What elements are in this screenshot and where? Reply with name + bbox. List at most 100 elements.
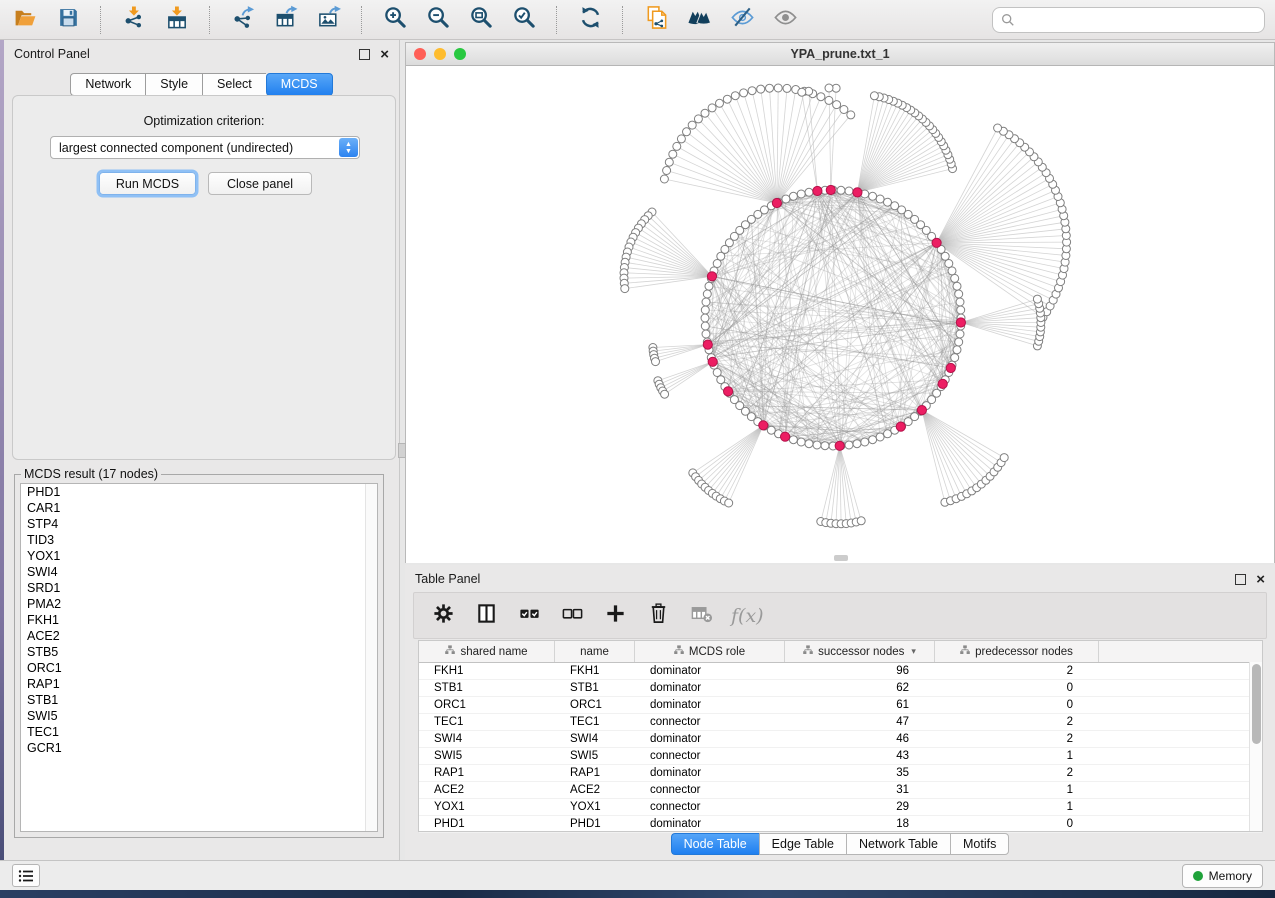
result-list-item[interactable]: STB5 xyxy=(21,644,377,660)
close-icon[interactable]: × xyxy=(1256,575,1265,584)
binoculars-button[interactable] xyxy=(684,5,714,35)
cell-successor_nodes: 96 xyxy=(785,663,935,679)
result-list-item[interactable]: SWI5 xyxy=(21,708,377,724)
deselect-all-icon xyxy=(561,602,584,630)
tab-style[interactable]: Style xyxy=(145,73,202,96)
column-header-MCDS-role[interactable]: MCDS role xyxy=(635,641,785,662)
select-all-button[interactable] xyxy=(516,603,542,629)
hide-selected-button[interactable] xyxy=(727,5,757,35)
table-row[interactable]: FKH1FKH1dominator962 xyxy=(419,663,1262,680)
clone-network-icon xyxy=(644,5,669,35)
zoom-in-button[interactable] xyxy=(380,5,410,35)
tab-network[interactable]: Network xyxy=(70,73,145,96)
network-window-titlebar[interactable]: YPA_prune.txt_1 xyxy=(406,43,1274,66)
tab-motifs[interactable]: Motifs xyxy=(950,833,1009,855)
column-header-name[interactable]: name xyxy=(555,641,635,662)
run-mcds-button[interactable]: Run MCDS xyxy=(99,172,196,195)
search-input[interactable] xyxy=(1020,12,1256,28)
tab-network-table[interactable]: Network Table xyxy=(846,833,950,855)
minimize-traffic-light[interactable] xyxy=(434,48,446,60)
result-list-item[interactable]: CAR1 xyxy=(21,500,377,516)
cell-filler xyxy=(1099,731,1262,747)
table-row[interactable]: ACE2ACE2connector311 xyxy=(419,782,1262,799)
save-session-button[interactable] xyxy=(53,5,83,35)
open-folder-button[interactable] xyxy=(10,5,40,35)
tab-edge-table[interactable]: Edge Table xyxy=(759,833,846,855)
mcds-result-list[interactable]: PHD1CAR1STP4TID3YOX1SWI4SRD1PMA2FKH1ACE2… xyxy=(20,483,378,832)
table-scrollbar-thumb[interactable] xyxy=(1252,664,1261,744)
column-header-shared-name[interactable]: shared name xyxy=(419,641,555,662)
result-list-scrollbar[interactable] xyxy=(365,484,377,831)
import-network-button[interactable] xyxy=(119,5,149,35)
tab-select[interactable]: Select xyxy=(202,73,266,96)
table-row[interactable]: TEC1TEC1connector472 xyxy=(419,714,1262,731)
result-list-item[interactable]: PMA2 xyxy=(21,596,377,612)
result-list-item[interactable]: TEC1 xyxy=(21,724,377,740)
table-row[interactable]: STB1STB1dominator620 xyxy=(419,680,1262,697)
result-list-item[interactable]: FKH1 xyxy=(21,612,377,628)
import-table-button[interactable] xyxy=(162,5,192,35)
show-all-button[interactable] xyxy=(770,5,800,35)
result-list-item[interactable]: PHD1 xyxy=(21,484,377,500)
memory-button[interactable]: Memory xyxy=(1182,864,1263,888)
table-row[interactable]: ORC1ORC1dominator610 xyxy=(419,697,1262,714)
refresh-button[interactable] xyxy=(575,5,605,35)
table-row[interactable]: PHD1PHD1dominator180 xyxy=(419,816,1262,833)
sort-desc-icon: ▾ xyxy=(911,646,916,657)
network-canvas[interactable] xyxy=(406,66,1274,563)
export-table-button[interactable] xyxy=(271,5,301,35)
tree-icon xyxy=(445,645,455,658)
table-row[interactable]: YOX1YOX1connector291 xyxy=(419,799,1262,816)
show-columns-button[interactable] xyxy=(473,603,499,629)
float-icon[interactable] xyxy=(359,49,370,60)
float-icon[interactable] xyxy=(1235,574,1246,585)
column-header-predecessor-nodes[interactable]: predecessor nodes xyxy=(935,641,1099,662)
column-header-successor-nodes[interactable]: successor nodes▾ xyxy=(785,641,935,662)
close-panel-button[interactable]: Close panel xyxy=(208,172,312,195)
table-scrollbar[interactable] xyxy=(1249,662,1262,831)
optimization-criterion-select[interactable]: largest connected component (undirected)… xyxy=(50,136,360,159)
clone-network-button[interactable] xyxy=(641,5,671,35)
result-list-item[interactable]: ORC1 xyxy=(21,660,377,676)
cell-shared_name: SWI5 xyxy=(419,748,555,764)
result-list-item[interactable]: GCR1 xyxy=(21,740,377,756)
deselect-all-button[interactable] xyxy=(559,603,585,629)
table-row[interactable]: SWI5SWI5connector431 xyxy=(419,748,1262,765)
result-list-item[interactable]: STB1 xyxy=(21,692,377,708)
close-icon[interactable]: × xyxy=(380,50,389,59)
panel-divider-grip[interactable] xyxy=(398,443,406,458)
canvas-hscroll-thumb[interactable] xyxy=(834,555,848,561)
delete-column-button[interactable] xyxy=(645,603,671,629)
table-row[interactable]: SWI4SWI4dominator462 xyxy=(419,731,1262,748)
add-column-button[interactable] xyxy=(602,603,628,629)
import-network-icon xyxy=(122,5,147,35)
search-box[interactable] xyxy=(992,7,1265,33)
zoom-selected-button[interactable] xyxy=(509,5,539,35)
criterion-selected-value: largest connected component (undirected) xyxy=(51,141,339,155)
task-history-button[interactable] xyxy=(12,864,40,887)
cell-filler xyxy=(1099,697,1262,713)
result-list-item[interactable]: SRD1 xyxy=(21,580,377,596)
network-graph[interactable] xyxy=(406,66,1274,563)
result-list-item[interactable]: YOX1 xyxy=(21,548,377,564)
cell-shared_name: ORC1 xyxy=(419,697,555,713)
close-traffic-light[interactable] xyxy=(414,48,426,60)
zoom-traffic-light[interactable] xyxy=(454,48,466,60)
export-network-button[interactable] xyxy=(228,5,258,35)
result-list-item[interactable]: STP4 xyxy=(21,516,377,532)
export-image-icon xyxy=(317,5,342,35)
tab-mcds[interactable]: MCDS xyxy=(266,73,333,96)
result-list-item[interactable]: TID3 xyxy=(21,532,377,548)
zoom-out-button[interactable] xyxy=(423,5,453,35)
settings-gear-button[interactable] xyxy=(430,603,456,629)
table-row[interactable]: RAP1RAP1dominator352 xyxy=(419,765,1262,782)
zoom-fit-button[interactable] xyxy=(466,5,496,35)
result-list-item[interactable]: ACE2 xyxy=(21,628,377,644)
result-list-item[interactable]: SWI4 xyxy=(21,564,377,580)
tab-node-table[interactable]: Node Table xyxy=(671,833,759,855)
delete-table-button[interactable] xyxy=(688,603,714,629)
result-list-item[interactable]: RAP1 xyxy=(21,676,377,692)
cell-filler xyxy=(1099,765,1262,781)
tree-icon xyxy=(803,645,813,658)
export-image-button[interactable] xyxy=(314,5,344,35)
